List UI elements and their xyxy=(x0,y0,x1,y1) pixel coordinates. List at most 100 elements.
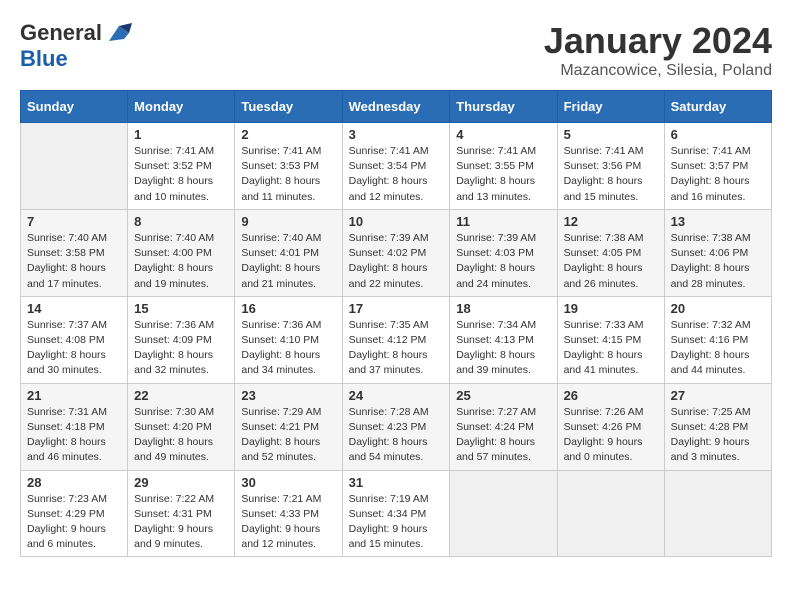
day-info: Sunrise: 7:38 AM Sunset: 4:05 PM Dayligh… xyxy=(564,231,658,292)
day-info: Sunrise: 7:41 AM Sunset: 3:54 PM Dayligh… xyxy=(349,144,444,205)
calendar-cell: 14 Sunrise: 7:37 AM Sunset: 4:08 PM Dayli… xyxy=(21,296,128,383)
day-info: Sunrise: 7:36 AM Sunset: 4:09 PM Dayligh… xyxy=(134,318,228,379)
day-number: 21 xyxy=(27,388,121,403)
day-info: Sunrise: 7:25 AM Sunset: 4:28 PM Dayligh… xyxy=(671,405,765,466)
calendar-cell: 6 Sunrise: 7:41 AM Sunset: 3:57 PM Daylig… xyxy=(664,123,771,210)
calendar-cell xyxy=(664,470,771,557)
day-info: Sunrise: 7:22 AM Sunset: 4:31 PM Dayligh… xyxy=(134,492,228,553)
day-number: 13 xyxy=(671,214,765,229)
calendar-cell: 7Sunrise: 7:40 AM Sunset: 3:58 PM Daylig… xyxy=(21,209,128,296)
day-info: Sunrise: 7:28 AM Sunset: 4:23 PM Dayligh… xyxy=(349,405,444,466)
calendar-cell: 30Sunrise: 7:21 AM Sunset: 4:33 PM Dayli… xyxy=(235,470,342,557)
day-number: 28 xyxy=(27,475,121,490)
calendar-body: 1Sunrise: 7:41 AM Sunset: 3:52 PM Daylig… xyxy=(21,123,772,557)
calendar-week-5: 28 Sunrise: 7:23 AM Sunset: 4:29 PM Dayli… xyxy=(21,470,772,557)
calendar-cell: 31 Sunrise: 7:19 AM Sunset: 4:34 PM Dayli… xyxy=(342,470,450,557)
calendar-cell: 27 Sunrise: 7:25 AM Sunset: 4:28 PM Dayli… xyxy=(664,383,771,470)
calendar-cell: 18Sunrise: 7:34 AM Sunset: 4:13 PM Dayli… xyxy=(450,296,557,383)
logo-general-text: General xyxy=(20,20,102,46)
day-info: Sunrise: 7:34 AM Sunset: 4:13 PM Dayligh… xyxy=(456,318,550,379)
logo-bird-icon xyxy=(104,21,134,46)
day-info: Sunrise: 7:39 AM Sunset: 4:03 PM Dayligh… xyxy=(456,231,550,292)
calendar-cell: 8Sunrise: 7:40 AM Sunset: 4:00 PM Daylig… xyxy=(128,209,235,296)
calendar-cell xyxy=(21,123,128,210)
calendar-week-2: 7Sunrise: 7:40 AM Sunset: 3:58 PM Daylig… xyxy=(21,209,772,296)
calendar-cell: 16 Sunrise: 7:36 AM Sunset: 4:10 PM Dayli… xyxy=(235,296,342,383)
location-text: Mazancowice, Silesia, Poland xyxy=(544,62,772,80)
day-number: 20 xyxy=(671,301,765,316)
day-header-saturday: Saturday xyxy=(664,91,771,123)
day-number: 9 xyxy=(241,214,335,229)
day-header-friday: Friday xyxy=(557,91,664,123)
calendar-week-1: 1Sunrise: 7:41 AM Sunset: 3:52 PM Daylig… xyxy=(21,123,772,210)
calendar-cell xyxy=(557,470,664,557)
day-number: 25 xyxy=(456,388,550,403)
day-number: 8 xyxy=(134,214,228,229)
day-number: 31 xyxy=(349,475,444,490)
calendar-cell: 24 Sunrise: 7:28 AM Sunset: 4:23 PM Dayli… xyxy=(342,383,450,470)
day-number: 23 xyxy=(241,388,335,403)
calendar-cell: 9 Sunrise: 7:40 AM Sunset: 4:01 PM Daylig… xyxy=(235,209,342,296)
day-info: Sunrise: 7:27 AM Sunset: 4:24 PM Dayligh… xyxy=(456,405,550,466)
day-number: 12 xyxy=(564,214,658,229)
day-number: 24 xyxy=(349,388,444,403)
day-info: Sunrise: 7:37 AM Sunset: 4:08 PM Dayligh… xyxy=(27,318,121,379)
calendar-cell: 11 Sunrise: 7:39 AM Sunset: 4:03 PM Dayli… xyxy=(450,209,557,296)
day-info: Sunrise: 7:41 AM Sunset: 3:55 PM Dayligh… xyxy=(456,144,550,205)
day-number: 27 xyxy=(671,388,765,403)
calendar-cell: 2 Sunrise: 7:41 AM Sunset: 3:53 PM Daylig… xyxy=(235,123,342,210)
day-number: 2 xyxy=(241,127,335,142)
month-title: January 2024 xyxy=(544,20,772,62)
calendar-cell: 15 Sunrise: 7:36 AM Sunset: 4:09 PM Dayli… xyxy=(128,296,235,383)
calendar-cell: 26 Sunrise: 7:26 AM Sunset: 4:26 PM Dayli… xyxy=(557,383,664,470)
day-info: Sunrise: 7:32 AM Sunset: 4:16 PM Dayligh… xyxy=(671,318,765,379)
day-number: 11 xyxy=(456,214,550,229)
day-info: Sunrise: 7:41 AM Sunset: 3:53 PM Dayligh… xyxy=(241,144,335,205)
day-header-tuesday: Tuesday xyxy=(235,91,342,123)
calendar-week-3: 14 Sunrise: 7:37 AM Sunset: 4:08 PM Dayli… xyxy=(21,296,772,383)
calendar-cell: 5 Sunrise: 7:41 AM Sunset: 3:56 PM Daylig… xyxy=(557,123,664,210)
day-info: Sunrise: 7:40 AM Sunset: 4:01 PM Dayligh… xyxy=(241,231,335,292)
calendar-cell: 1Sunrise: 7:41 AM Sunset: 3:52 PM Daylig… xyxy=(128,123,235,210)
page-header: General Blue January 2024 Mazancowice, S… xyxy=(20,20,772,80)
day-number: 26 xyxy=(564,388,658,403)
day-info: Sunrise: 7:19 AM Sunset: 4:34 PM Dayligh… xyxy=(349,492,444,553)
day-number: 14 xyxy=(27,301,121,316)
day-info: Sunrise: 7:30 AM Sunset: 4:20 PM Dayligh… xyxy=(134,405,228,466)
day-info: Sunrise: 7:29 AM Sunset: 4:21 PM Dayligh… xyxy=(241,405,335,466)
calendar-cell: 29 Sunrise: 7:22 AM Sunset: 4:31 PM Dayli… xyxy=(128,470,235,557)
calendar-header: SundayMondayTuesdayWednesdayThursdayFrid… xyxy=(21,91,772,123)
day-number: 6 xyxy=(671,127,765,142)
day-info: Sunrise: 7:26 AM Sunset: 4:26 PM Dayligh… xyxy=(564,405,658,466)
day-header-wednesday: Wednesday xyxy=(342,91,450,123)
day-number: 3 xyxy=(349,127,444,142)
calendar-cell: 20 Sunrise: 7:32 AM Sunset: 4:16 PM Dayli… xyxy=(664,296,771,383)
day-number: 15 xyxy=(134,301,228,316)
logo-blue-text: Blue xyxy=(20,46,68,72)
day-header-sunday: Sunday xyxy=(21,91,128,123)
calendar-cell: 19 Sunrise: 7:33 AM Sunset: 4:15 PM Dayli… xyxy=(557,296,664,383)
day-number: 29 xyxy=(134,475,228,490)
calendar-cell: 23 Sunrise: 7:29 AM Sunset: 4:21 PM Dayli… xyxy=(235,383,342,470)
day-info: Sunrise: 7:41 AM Sunset: 3:56 PM Dayligh… xyxy=(564,144,658,205)
calendar-cell: 21Sunrise: 7:31 AM Sunset: 4:18 PM Dayli… xyxy=(21,383,128,470)
day-number: 30 xyxy=(241,475,335,490)
day-info: Sunrise: 7:36 AM Sunset: 4:10 PM Dayligh… xyxy=(241,318,335,379)
day-number: 16 xyxy=(241,301,335,316)
calendar-cell: 13Sunrise: 7:38 AM Sunset: 4:06 PM Dayli… xyxy=(664,209,771,296)
day-number: 19 xyxy=(564,301,658,316)
day-header-monday: Monday xyxy=(128,91,235,123)
calendar-week-4: 21Sunrise: 7:31 AM Sunset: 4:18 PM Dayli… xyxy=(21,383,772,470)
day-number: 22 xyxy=(134,388,228,403)
day-info: Sunrise: 7:33 AM Sunset: 4:15 PM Dayligh… xyxy=(564,318,658,379)
day-number: 7 xyxy=(27,214,121,229)
calendar-table: SundayMondayTuesdayWednesdayThursdayFrid… xyxy=(20,90,772,557)
logo: General Blue xyxy=(20,20,134,72)
calendar-header-row: SundayMondayTuesdayWednesdayThursdayFrid… xyxy=(21,91,772,123)
day-number: 5 xyxy=(564,127,658,142)
day-info: Sunrise: 7:39 AM Sunset: 4:02 PM Dayligh… xyxy=(349,231,444,292)
title-section: January 2024 Mazancowice, Silesia, Polan… xyxy=(544,20,772,80)
day-info: Sunrise: 7:23 AM Sunset: 4:29 PM Dayligh… xyxy=(27,492,121,553)
day-number: 4 xyxy=(456,127,550,142)
day-info: Sunrise: 7:41 AM Sunset: 3:57 PM Dayligh… xyxy=(671,144,765,205)
